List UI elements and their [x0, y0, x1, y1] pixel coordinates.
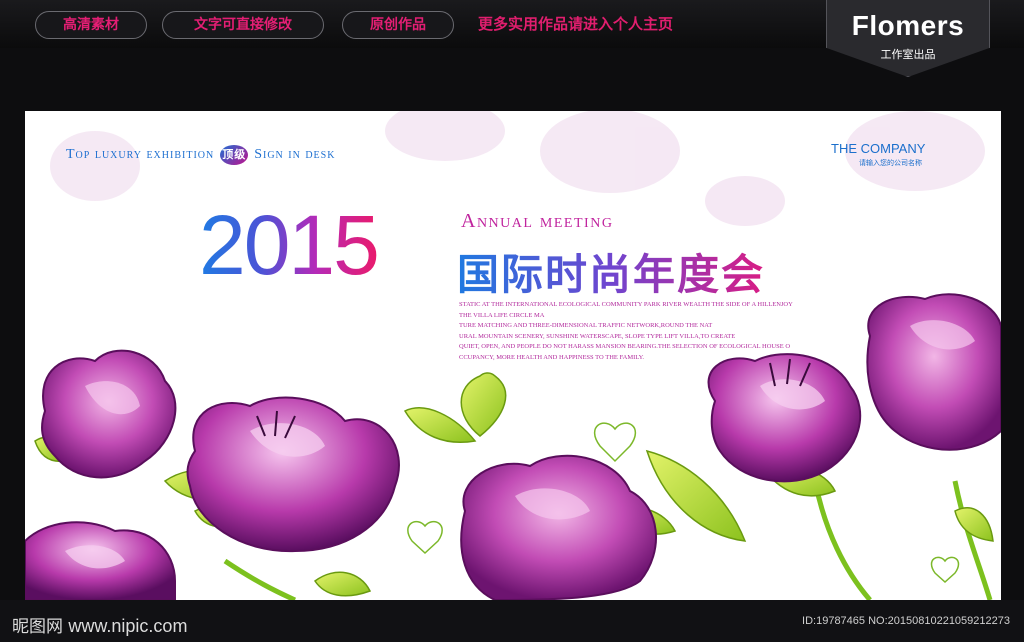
- flower-center-left: [186, 396, 400, 553]
- flower-right: [707, 353, 862, 483]
- body-line: CCUPANCY, MORE HEALTH AND HAPPINESS TO T…: [459, 353, 645, 361]
- footer-bar: 昵图网 www.nipic.com ID:19787465 NO:2015081…: [0, 600, 1024, 642]
- flower-left: [41, 349, 177, 479]
- body-line: QUIET, OPEN, AND PEOPLE DO NOT HARASS MA…: [459, 343, 791, 350]
- tagline: Top luxury exhibition 顶级 Sign in desk: [66, 145, 335, 165]
- brand-badge: Flomers 工作室出品: [826, 0, 990, 77]
- brand-sub: 工作室出品: [880, 48, 936, 61]
- body-line: THE VILLA LIFE CIRCLE MA: [459, 311, 545, 319]
- annual-meeting-title: Annual meeting: [461, 210, 614, 232]
- tagline-right: Sign in desk: [254, 147, 336, 163]
- nipic-watermark: 昵图网 www.nipic.com: [12, 612, 187, 637]
- pill-original-work: 原创作品: [342, 11, 454, 39]
- company-name: THE COMPANY: [831, 141, 926, 156]
- homepage-note: 更多实用作品请进入个人主页: [478, 15, 674, 33]
- flower-far-right: [866, 293, 1001, 451]
- company-placeholder: 请输入您的公司名称: [859, 159, 922, 167]
- body-line: STATIC AT THE INTERNATIONAL ECOLOGICAL C…: [459, 301, 793, 308]
- top-badge: 顶级: [220, 145, 249, 165]
- nipic-url[interactable]: www.nipic.com: [68, 616, 187, 636]
- pill-editable-text: 文字可直接修改: [162, 11, 324, 39]
- body-copy: STATIC AT THE INTERNATIONAL ECOLOGICAL C…: [459, 300, 819, 363]
- year-title: 2015: [199, 198, 380, 292]
- faint-background-flowers: [50, 111, 985, 226]
- image-id: ID:19787465 NO:20150810221059212273: [802, 615, 1010, 627]
- brand-name: Flomers: [851, 10, 965, 41]
- event-title-cn: 国际时尚年度会: [457, 241, 765, 302]
- tagline-left: Top luxury exhibition: [66, 147, 215, 163]
- nipic-name: 昵图网: [12, 617, 63, 637]
- flower-bottom-left: [25, 521, 176, 600]
- poster-card: Top luxury exhibition 顶级 Sign in desk THE …: [25, 111, 1001, 600]
- body-line: TURE MATCHING AND THREE-DIMENSIONAL TRAF…: [459, 322, 713, 329]
- flower-bottom-center: [460, 454, 657, 600]
- pill-hd-material: 高清素材: [35, 11, 147, 39]
- body-line: URAL MOUNTAIN SCENERY, SUNSHINE WATERSCA…: [459, 332, 736, 340]
